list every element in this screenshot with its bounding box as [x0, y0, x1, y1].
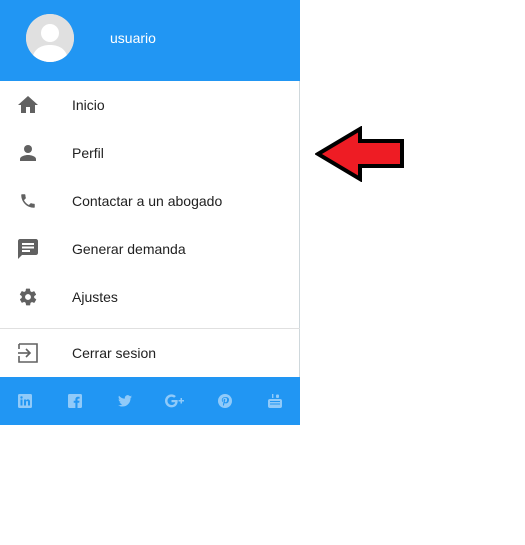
pinterest-icon[interactable] [218, 394, 232, 408]
menu-item-label: Generar demanda [72, 241, 186, 257]
youtube-icon[interactable] [268, 394, 282, 408]
menu-item-inicio[interactable]: Inicio [0, 81, 300, 129]
menu-item-contactar-abogado[interactable]: Contactar a un abogado [0, 177, 300, 225]
username-label: usuario [110, 30, 156, 46]
menu-item-generar-demanda[interactable]: Generar demanda [0, 225, 300, 273]
gear-icon [17, 286, 39, 308]
person-icon [17, 142, 39, 164]
menu-item-label: Ajustes [72, 289, 118, 305]
logout-section: Cerrar sesion [0, 329, 300, 377]
twitter-icon[interactable] [118, 394, 132, 408]
logout-icon [17, 342, 39, 364]
drawer-menu: Inicio Perfil Contactar a un abogado Gen… [0, 81, 300, 321]
message-icon [17, 238, 39, 260]
menu-item-ajustes[interactable]: Ajustes [0, 273, 300, 321]
google-plus-icon[interactable] [165, 394, 185, 408]
facebook-icon[interactable] [68, 394, 82, 408]
red-arrow-left-icon [315, 126, 404, 182]
phone-icon [17, 190, 39, 212]
menu-item-cerrar-sesion[interactable]: Cerrar sesion [0, 329, 300, 377]
navigation-drawer: usuario Inicio Perfil Contactar a un abo… [0, 0, 300, 425]
menu-item-label: Perfil [72, 145, 104, 161]
menu-item-label: Contactar a un abogado [72, 193, 223, 209]
menu-item-perfil[interactable]: Perfil [0, 129, 300, 177]
drawer-header: usuario [0, 0, 300, 81]
home-icon [17, 94, 39, 116]
menu-item-label: Inicio [72, 97, 105, 113]
logout-label: Cerrar sesion [72, 345, 157, 361]
user-avatar[interactable] [26, 14, 74, 62]
linkedin-icon[interactable] [18, 394, 32, 408]
social-footer [0, 377, 300, 425]
avatar-person-icon [26, 14, 74, 62]
